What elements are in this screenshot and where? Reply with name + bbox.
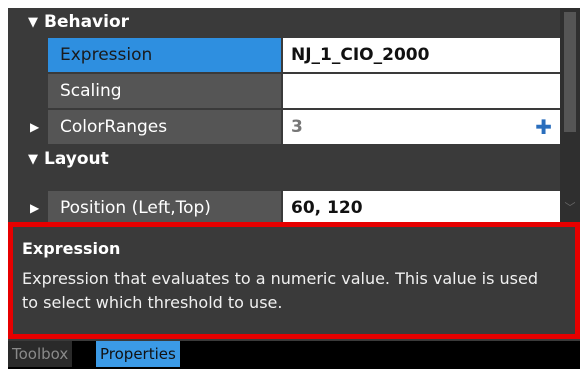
vertical-scrollbar[interactable]: ﹀ [560, 8, 580, 222]
collapse-triangle-icon[interactable]: ▼ [28, 145, 38, 174]
property-row-expression[interactable]: Expression NJ_1_CIO_2000 [8, 37, 560, 73]
property-row-scaling[interactable]: Scaling [8, 73, 560, 109]
description-pane: Expression Expression that evaluates to … [8, 222, 580, 339]
property-name[interactable]: Scaling [48, 74, 281, 109]
expand-arrow-icon[interactable]: ▶ [30, 109, 39, 145]
property-row-position[interactable]: ▶ Position (Left,Top) 60, 120 [8, 190, 560, 222]
property-name[interactable]: Expression [48, 38, 281, 73]
add-icon[interactable]: ✚ [535, 110, 552, 145]
expand-arrow-icon[interactable]: ▶ [30, 190, 39, 222]
property-value-input[interactable] [283, 74, 560, 109]
section-label: Layout [44, 149, 109, 169]
collapse-triangle-icon[interactable]: ▼ [28, 8, 38, 37]
property-value-input[interactable]: NJ_1_CIO_2000 [283, 38, 560, 73]
description-title: Expression [22, 239, 121, 258]
property-name[interactable]: Position (Left,Top) [48, 191, 281, 222]
property-value-text: 3 [291, 117, 303, 137]
properties-panel: ▼ Behavior Expression NJ_1_CIO_2000 Scal… [8, 8, 580, 369]
tab-properties[interactable]: Properties [96, 341, 180, 367]
section-layout[interactable]: ▼ Layout [8, 145, 560, 174]
scroll-down-icon[interactable]: ﹀ [562, 200, 578, 216]
tab-toolbox[interactable]: Toolbox [8, 341, 73, 367]
property-row-colorranges[interactable]: ▶ ColorRanges 3 ✚ [8, 109, 560, 145]
scrollbar-thumb[interactable] [564, 12, 576, 132]
section-label: Behavior [44, 12, 130, 32]
property-name[interactable]: ColorRanges [48, 110, 281, 145]
property-value[interactable]: 3 ✚ [283, 110, 560, 145]
property-value-input[interactable]: 60, 120 [283, 191, 560, 222]
section-behavior[interactable]: ▼ Behavior [8, 8, 560, 37]
panel-tab-bar: Toolbox Properties [8, 341, 580, 369]
description-text: Expression that evaluates to a numeric v… [22, 269, 539, 312]
property-grid: ▼ Behavior Expression NJ_1_CIO_2000 Scal… [8, 8, 560, 222]
